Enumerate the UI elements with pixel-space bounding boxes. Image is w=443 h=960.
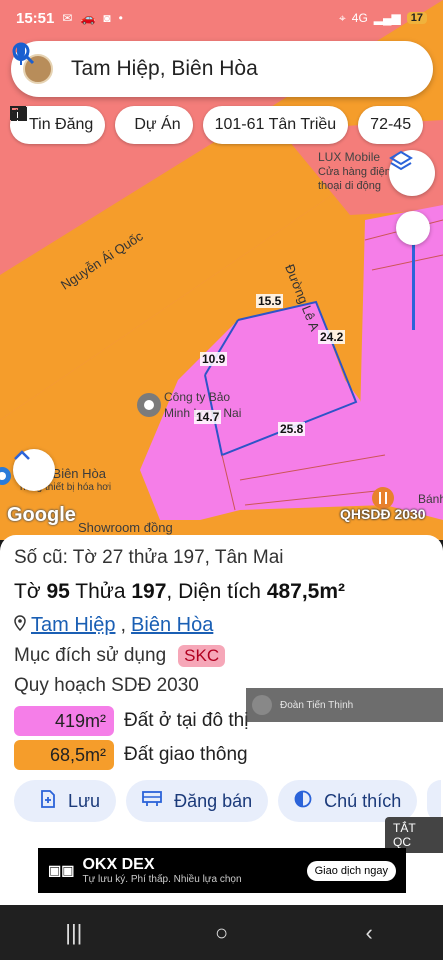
plan-label: Quy hoạch SDĐ 2030	[14, 675, 199, 696]
measurement-label: 10.9	[200, 352, 228, 366]
watermark-text: Đoàn Tiến Thịnh	[280, 699, 354, 711]
area-type-label: Đất giao thông	[124, 744, 248, 765]
purpose-code-badge: SKC	[178, 645, 226, 667]
expand-panel-button[interactable]	[13, 449, 55, 491]
area-value-box: 419m²	[14, 706, 114, 736]
ad-cta-button[interactable]: Giao dịch ngay	[306, 860, 396, 881]
chip-label: 101-61 Tân Triều	[214, 116, 337, 133]
purpose-label: Mục đích sử dụng	[14, 645, 167, 666]
area-row-transport: 68,5m² Đất giao thông	[14, 740, 248, 770]
notification-icons: ✉ 🚗 ◙ •	[62, 11, 122, 25]
chip-label: Dự Án	[134, 116, 181, 133]
button-label: Lưu	[68, 790, 101, 811]
poi-label[interactable]: Công ty Bảo	[164, 390, 230, 404]
location-icon: ⌖	[339, 10, 346, 25]
contrast-icon	[294, 790, 312, 813]
poi-label[interactable]: Cửa hàng điện	[318, 166, 391, 178]
watermark-avatar	[252, 695, 272, 715]
microphone-icon[interactable]	[13, 43, 421, 85]
sheet-prefix: Tờ	[14, 580, 41, 603]
system-nav-bar: ||| ○ ‹	[0, 905, 443, 960]
status-bar: 15:51 ✉ 🚗 ◙ • ⌖ 4G ▂▄▆ 17	[0, 0, 443, 36]
legend-button[interactable]: Chú thích	[278, 780, 418, 822]
poi-label[interactable]: LUX Mobile	[318, 150, 380, 164]
zalo-icon: ◙	[103, 11, 111, 25]
poi-label[interactable]: Bánh c	[418, 492, 443, 506]
home-icon[interactable]: ○	[191, 920, 251, 946]
chip-location-1[interactable]: 101-61 Tân Triều	[202, 106, 349, 144]
parcel-title: Tờ 95 Thửa 197, Diện tích 487,5m²	[14, 580, 345, 604]
overlay-label: QHSDĐ 2030	[340, 506, 426, 522]
location-row: Tam Hiệp, Biên Hòa	[14, 614, 213, 637]
measurement-label: 15.5	[256, 294, 284, 308]
search-input[interactable]: Tam Hiệp, Biên Hòa	[71, 57, 357, 81]
separator: ,	[120, 614, 127, 636]
dot-icon: •	[118, 11, 123, 25]
measurement-label: 24.2	[318, 330, 346, 344]
ad-banner[interactable]: ▣▣ OKX DEX Tự lưu ký. Phí thấp. Nhiều lự…	[38, 848, 406, 893]
button-label: Đăng bán	[174, 790, 253, 811]
ad-text: OKX DEX Tự lưu ký. Phí thấp. Nhiều lựa c…	[82, 856, 241, 885]
location-pin-icon	[14, 614, 26, 637]
ward-link[interactable]: Tam Hiệp	[31, 614, 115, 637]
opacity-slider-track[interactable]	[412, 230, 415, 330]
chip-location-2[interactable]: 72-45	[358, 106, 424, 144]
purpose-row: Mục đích sử dụng SKC	[14, 645, 226, 667]
battery-icon: 17	[406, 12, 427, 24]
search-bar[interactable]: Tam Hiệp, Biên Hòa	[11, 41, 433, 97]
parcel-number: 197	[131, 580, 167, 603]
chip-label: 72-45	[370, 116, 412, 133]
chip-label: Tin Đăng	[29, 116, 94, 133]
post-sale-button[interactable]: Đăng bán	[126, 780, 269, 822]
poi-label[interactable]: Showroom đồng	[78, 520, 173, 535]
layers-button[interactable]	[389, 150, 435, 196]
measurement-label: 14.7	[194, 410, 222, 424]
back-icon[interactable]: ‹	[339, 920, 399, 946]
area-value-box: 68,5m²	[14, 740, 114, 770]
city-link[interactable]: Biên Hòa	[131, 614, 213, 637]
billboard-icon	[142, 790, 162, 812]
more-actions-button[interactable]	[427, 780, 442, 822]
parcel-info-sheet: Số cũ: Tờ 27 thửa 197, Tân Mai Tờ 95 Thử…	[0, 535, 443, 905]
save-button[interactable]: Lưu	[14, 780, 117, 822]
area-prefix: , Diện tích	[166, 580, 261, 603]
ad-title: OKX DEX	[82, 856, 155, 873]
recent-apps-icon[interactable]: |||	[44, 920, 104, 946]
car-icon: 🚗	[80, 11, 96, 25]
area-value: 487,5m²	[266, 580, 346, 603]
signal-icon: ▂▄▆	[373, 11, 401, 25]
measurement-label: 25.8	[278, 422, 306, 436]
message-icon: ✉	[62, 11, 73, 25]
watermark: Đoàn Tiến Thịnh	[246, 688, 443, 722]
button-label: Chú thích	[324, 790, 402, 811]
filter-chips: Tin Đăng Dự Án 101-61 Tân Triều 72-45	[10, 106, 424, 144]
map-view[interactable]: Tam Hiệp, Biên Hòa Tin Đăng Dự Án 101-61…	[0, 0, 443, 540]
area-type-label: Đất ở tại đô thị	[124, 710, 249, 731]
search-icon[interactable]	[12, 42, 389, 85]
action-buttons: Lưu Đăng bán Chú thích	[14, 780, 442, 822]
clock: 15:51	[16, 9, 55, 27]
area-row-residential: 419m² Đất ở tại đô thị	[14, 706, 248, 736]
system-icons: ⌖ 4G ▂▄▆ 17	[339, 11, 427, 26]
ad-subtitle: Tự lưu ký. Phí thấp. Nhiều lựa chọn	[82, 874, 242, 885]
poi-label[interactable]: thoại di động	[318, 180, 381, 192]
sheet-number: 95	[46, 580, 70, 603]
okx-logo-icon: ▣▣	[48, 862, 75, 878]
network-label: 4G	[351, 11, 368, 25]
opacity-slider-thumb[interactable]	[396, 211, 430, 245]
google-logo: Google	[7, 504, 76, 526]
chip-du-an[interactable]: Dự Án	[11, 106, 193, 144]
parcel-prefix: Thửa	[75, 580, 126, 603]
plus-doc-icon	[40, 789, 56, 813]
old-parcel-info: Số cũ: Tờ 27 thửa 197, Tân Mai	[14, 547, 284, 568]
